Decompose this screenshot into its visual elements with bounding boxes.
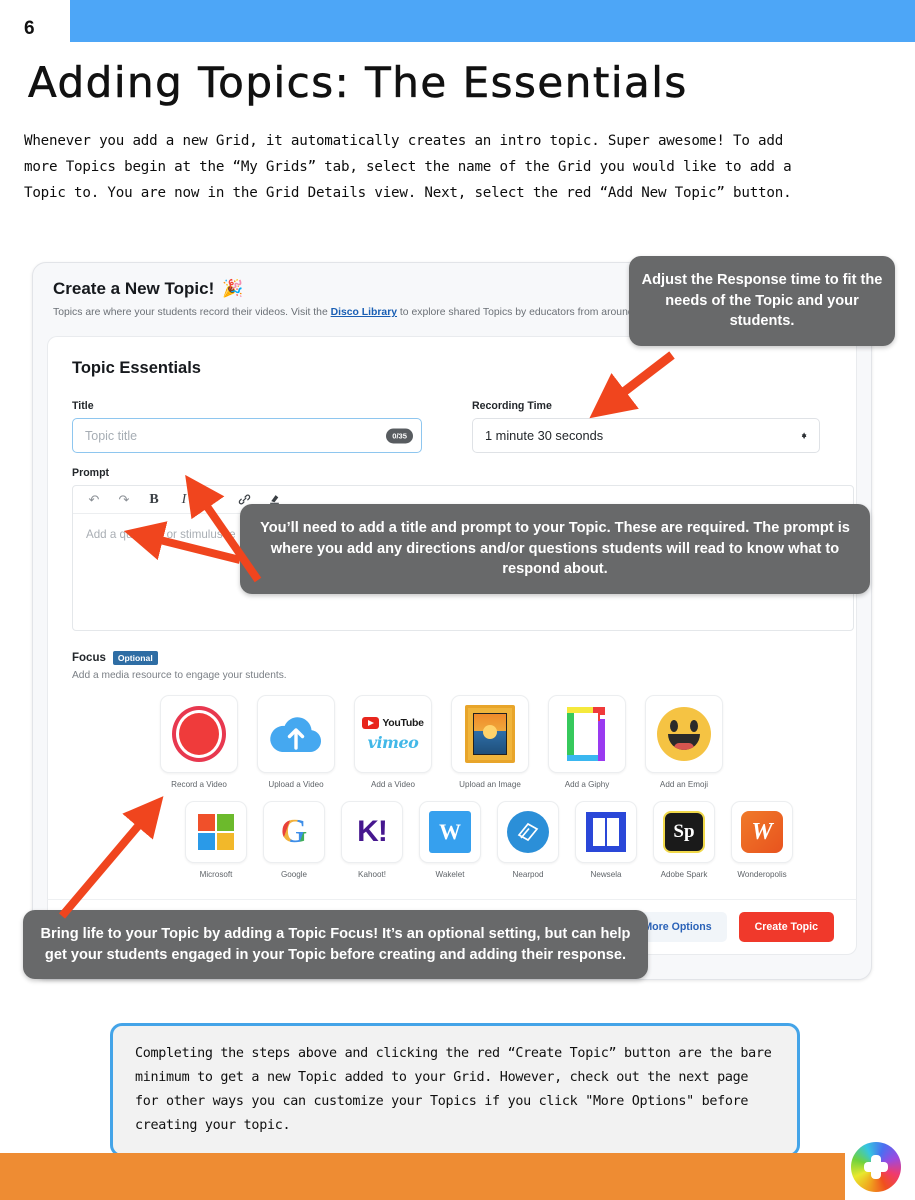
focus-tile-upload-video[interactable]: Upload a Video <box>257 695 335 789</box>
recording-time-group: Recording Time 1 minute 30 seconds ▲ ▼ <box>472 400 820 453</box>
title-placeholder: Topic title <box>85 428 138 443</box>
intro-paragraph: Whenever you add a new Grid, it automati… <box>24 133 792 201</box>
wonderopolis-icon: W <box>731 801 793 863</box>
create-topic-button[interactable]: Create Topic <box>738 912 834 942</box>
page-title: Adding Topics: The Essentials <box>28 58 688 108</box>
focus-tile-google[interactable]: G Google <box>263 801 325 879</box>
focus-tile-caption: Add a Video <box>371 780 415 789</box>
focus-tile-caption: Wonderopolis <box>737 870 787 879</box>
newsela-icon <box>575 801 637 863</box>
focus-media-row-1: Record a Video Upload a Video YouTube vi… <box>72 695 832 789</box>
italic-icon[interactable]: I <box>169 487 199 513</box>
focus-tile-caption: Newsela <box>590 870 622 879</box>
microsoft-icon <box>185 801 247 863</box>
focus-tile-microsoft[interactable]: Microsoft <box>185 801 247 879</box>
subtitle-text-after: to explore shared Topics by educators fr… <box>397 307 662 318</box>
focus-tile-wonderopolis[interactable]: W Wonderopolis <box>731 801 793 879</box>
record-video-icon <box>160 695 238 773</box>
subtitle-text-before: Topics are where your students record th… <box>53 307 331 318</box>
callout-title-prompt: You’ll need to add a title and prompt to… <box>240 504 870 595</box>
focus-subtitle: Add a media resource to engage your stud… <box>72 670 287 681</box>
wakelet-icon: W <box>419 801 481 863</box>
app-screenshot-panel: Create a New Topic! 🎉 Topics are where y… <box>32 262 872 980</box>
youtube-vimeo-icon: YouTube vimeo <box>354 695 432 773</box>
topic-essentials-title: Topic Essentials <box>72 359 201 377</box>
flipgrid-logo-icon <box>851 1142 901 1192</box>
focus-tile-caption: Kahoot! <box>358 870 386 879</box>
focus-tile-add-giphy[interactable]: Add a Giphy <box>548 695 626 789</box>
bold-icon[interactable]: B <box>139 487 169 513</box>
callout-topic-focus: Bring life to your Topic by adding a Top… <box>23 910 648 980</box>
page-number: 6 <box>24 18 35 39</box>
focus-tile-caption: Record a Video <box>171 780 227 789</box>
focus-tile-caption: Adobe Spark <box>660 870 708 879</box>
kahoot-icon: K! <box>341 801 403 863</box>
picture-frame-icon <box>451 695 529 773</box>
focus-tile-upload-image[interactable]: Upload an Image <box>451 695 529 789</box>
focus-tile-wakelet[interactable]: W Wakelet <box>419 801 481 879</box>
top-blue-bar <box>70 0 915 42</box>
bottom-orange-bar <box>0 1153 845 1200</box>
topic-essentials-card: Topic Essentials Title Topic title 0/35 … <box>47 336 857 912</box>
title-field-group: Title Topic title 0/35 <box>72 400 422 453</box>
prompt-placeholder: Add a question or stimulus te <box>86 528 236 541</box>
party-popper-icon: 🎉 <box>222 279 244 298</box>
focus-tile-adobe-spark[interactable]: Sp Adobe Spark <box>653 801 715 879</box>
recording-time-label: Recording Time <box>472 400 552 412</box>
title-char-counter: 0/35 <box>386 428 413 443</box>
focus-tile-caption: Google <box>280 870 308 879</box>
title-label: Title <box>72 400 94 412</box>
focus-tile-add-emoji[interactable]: Add an Emoji <box>645 695 723 789</box>
focus-tile-add-video[interactable]: YouTube vimeo Add a Video <box>354 695 432 789</box>
focus-tile-caption: Microsoft <box>199 870 233 879</box>
bottom-note: Completing the steps above and clicking … <box>110 1023 800 1157</box>
prompt-label: Prompt <box>72 467 110 479</box>
focus-tile-nearpod[interactable]: Nearpod <box>497 801 559 879</box>
focus-media-row-2: Microsoft G Google K! Kahoot! W Wakelet <box>72 801 832 879</box>
focus-label: Focus <box>72 652 106 664</box>
focus-header: Focus Optional <box>72 651 832 665</box>
emoji-icon <box>645 695 723 773</box>
focus-tile-record-video[interactable]: Record a Video <box>160 695 238 789</box>
title-input[interactable]: Topic title 0/35 <box>72 418 422 453</box>
page-root: 6 Adding Topics: The Essentials Whenever… <box>0 0 915 1200</box>
title-and-time-row: Title Topic title 0/35 Recording Time 1 … <box>72 400 832 453</box>
create-topic-heading-text: Create a New Topic! <box>53 279 215 298</box>
recording-time-value: 1 minute 30 seconds <box>485 428 604 443</box>
nearpod-icon <box>497 801 559 863</box>
recording-time-select[interactable]: 1 minute 30 seconds ▲ ▼ <box>472 418 820 453</box>
giphy-icon <box>548 695 626 773</box>
redo-icon[interactable]: ↷ <box>109 487 139 513</box>
adobe-spark-icon: Sp <box>653 801 715 863</box>
focus-tile-kahoot[interactable]: K! Kahoot! <box>341 801 403 879</box>
focus-tile-caption: Upload a Video <box>268 780 324 789</box>
disco-library-link[interactable]: Disco Library <box>331 307 397 318</box>
google-icon: G <box>263 801 325 863</box>
focus-tile-caption: Add an Emoji <box>659 780 709 789</box>
focus-tile-newsela[interactable]: Newsela <box>575 801 637 879</box>
optional-badge: Optional <box>112 651 158 665</box>
focus-tile-caption: Nearpod <box>512 870 544 879</box>
callout-recording-time: Adjust the Response time to fit the need… <box>629 256 895 347</box>
focus-tile-caption: Upload an Image <box>459 780 521 789</box>
list-icon[interactable] <box>199 487 229 513</box>
focus-tile-caption: Wakelet <box>435 870 465 879</box>
focus-tile-caption: Add a Giphy <box>564 780 610 789</box>
upload-cloud-icon <box>257 695 335 773</box>
stepper-icon[interactable]: ▲ ▼ <box>800 430 808 440</box>
undo-icon[interactable]: ↶ <box>79 487 109 513</box>
